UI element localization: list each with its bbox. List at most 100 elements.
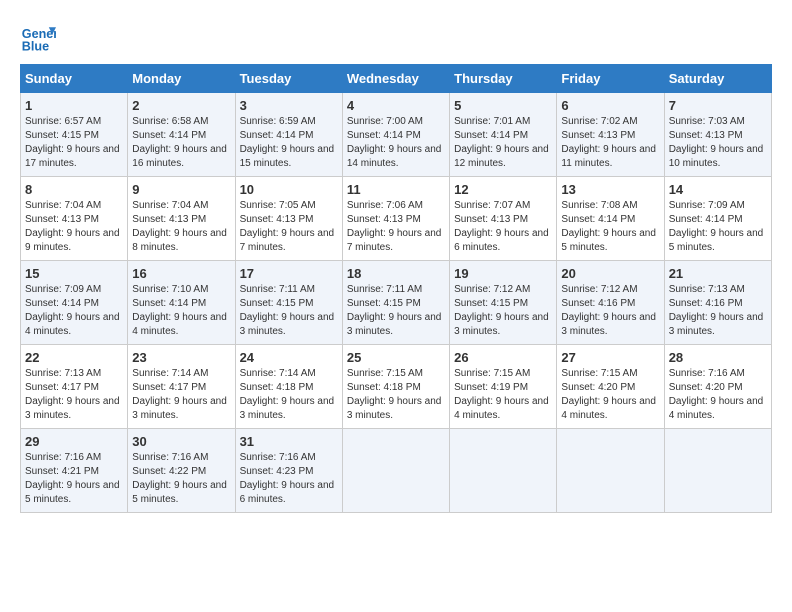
svg-text:Blue: Blue [22,40,49,54]
day-number: 22 [25,350,123,365]
day-number: 10 [240,182,338,197]
day-number: 26 [454,350,552,365]
day-number: 3 [240,98,338,113]
header-saturday: Saturday [664,65,771,93]
day-info: Sunrise: 7:10 AM Sunset: 4:14 PM Dayligh… [132,283,230,339]
day-info: Sunrise: 7:16 AM Sunset: 4:21 PM Dayligh… [25,451,123,507]
week-row-1: 1 Sunrise: 6:57 AM Sunset: 4:15 PM Dayli… [21,93,772,177]
day-info: Sunrise: 7:16 AM Sunset: 4:22 PM Dayligh… [132,451,230,507]
day-number: 13 [561,182,659,197]
calendar-cell: 26 Sunrise: 7:15 AM Sunset: 4:19 PM Dayl… [450,345,557,429]
day-number: 25 [347,350,445,365]
day-number: 14 [669,182,767,197]
calendar-cell: 25 Sunrise: 7:15 AM Sunset: 4:18 PM Dayl… [342,345,449,429]
calendar-cell [342,429,449,513]
day-info: Sunrise: 7:12 AM Sunset: 4:16 PM Dayligh… [561,283,659,339]
day-info: Sunrise: 7:16 AM Sunset: 4:23 PM Dayligh… [240,451,338,507]
header-thursday: Thursday [450,65,557,93]
day-info: Sunrise: 7:13 AM Sunset: 4:16 PM Dayligh… [669,283,767,339]
day-number: 19 [454,266,552,281]
calendar-cell: 9 Sunrise: 7:04 AM Sunset: 4:13 PM Dayli… [128,177,235,261]
day-number: 31 [240,434,338,449]
logo: General Blue [20,20,60,56]
day-info: Sunrise: 7:14 AM Sunset: 4:17 PM Dayligh… [132,367,230,423]
calendar-cell: 21 Sunrise: 7:13 AM Sunset: 4:16 PM Dayl… [664,261,771,345]
calendar-cell: 27 Sunrise: 7:15 AM Sunset: 4:20 PM Dayl… [557,345,664,429]
calendar-cell: 10 Sunrise: 7:05 AM Sunset: 4:13 PM Dayl… [235,177,342,261]
calendar-cell: 3 Sunrise: 6:59 AM Sunset: 4:14 PM Dayli… [235,93,342,177]
calendar-cell: 23 Sunrise: 7:14 AM Sunset: 4:17 PM Dayl… [128,345,235,429]
day-number: 24 [240,350,338,365]
header-monday: Monday [128,65,235,93]
day-info: Sunrise: 7:12 AM Sunset: 4:15 PM Dayligh… [454,283,552,339]
day-number: 8 [25,182,123,197]
calendar-cell: 2 Sunrise: 6:58 AM Sunset: 4:14 PM Dayli… [128,93,235,177]
day-info: Sunrise: 7:08 AM Sunset: 4:14 PM Dayligh… [561,199,659,255]
calendar-cell: 29 Sunrise: 7:16 AM Sunset: 4:21 PM Dayl… [21,429,128,513]
day-info: Sunrise: 7:11 AM Sunset: 4:15 PM Dayligh… [240,283,338,339]
day-number: 9 [132,182,230,197]
day-number: 30 [132,434,230,449]
header-row: SundayMondayTuesdayWednesdayThursdayFrid… [21,65,772,93]
header-friday: Friday [557,65,664,93]
day-number: 11 [347,182,445,197]
calendar-cell: 28 Sunrise: 7:16 AM Sunset: 4:20 PM Dayl… [664,345,771,429]
week-row-2: 8 Sunrise: 7:04 AM Sunset: 4:13 PM Dayli… [21,177,772,261]
day-number: 16 [132,266,230,281]
calendar-cell [557,429,664,513]
day-info: Sunrise: 7:14 AM Sunset: 4:18 PM Dayligh… [240,367,338,423]
calendar-cell: 14 Sunrise: 7:09 AM Sunset: 4:14 PM Dayl… [664,177,771,261]
day-number: 2 [132,98,230,113]
calendar-cell: 17 Sunrise: 7:11 AM Sunset: 4:15 PM Dayl… [235,261,342,345]
day-number: 29 [25,434,123,449]
day-number: 18 [347,266,445,281]
header: General Blue [20,20,772,56]
day-info: Sunrise: 7:09 AM Sunset: 4:14 PM Dayligh… [25,283,123,339]
day-info: Sunrise: 7:13 AM Sunset: 4:17 PM Dayligh… [25,367,123,423]
day-info: Sunrise: 6:59 AM Sunset: 4:14 PM Dayligh… [240,115,338,171]
day-info: Sunrise: 7:04 AM Sunset: 4:13 PM Dayligh… [132,199,230,255]
day-number: 15 [25,266,123,281]
day-info: Sunrise: 7:04 AM Sunset: 4:13 PM Dayligh… [25,199,123,255]
day-info: Sunrise: 6:58 AM Sunset: 4:14 PM Dayligh… [132,115,230,171]
week-row-3: 15 Sunrise: 7:09 AM Sunset: 4:14 PM Dayl… [21,261,772,345]
calendar-cell [450,429,557,513]
header-sunday: Sunday [21,65,128,93]
calendar-cell: 5 Sunrise: 7:01 AM Sunset: 4:14 PM Dayli… [450,93,557,177]
day-info: Sunrise: 7:15 AM Sunset: 4:20 PM Dayligh… [561,367,659,423]
day-info: Sunrise: 7:09 AM Sunset: 4:14 PM Dayligh… [669,199,767,255]
day-info: Sunrise: 6:57 AM Sunset: 4:15 PM Dayligh… [25,115,123,171]
day-info: Sunrise: 7:05 AM Sunset: 4:13 PM Dayligh… [240,199,338,255]
calendar-cell: 31 Sunrise: 7:16 AM Sunset: 4:23 PM Dayl… [235,429,342,513]
week-row-5: 29 Sunrise: 7:16 AM Sunset: 4:21 PM Dayl… [21,429,772,513]
day-number: 28 [669,350,767,365]
logo-icon: General Blue [20,20,56,56]
day-info: Sunrise: 7:02 AM Sunset: 4:13 PM Dayligh… [561,115,659,171]
calendar-header: SundayMondayTuesdayWednesdayThursdayFrid… [21,65,772,93]
calendar-cell: 4 Sunrise: 7:00 AM Sunset: 4:14 PM Dayli… [342,93,449,177]
calendar-cell: 8 Sunrise: 7:04 AM Sunset: 4:13 PM Dayli… [21,177,128,261]
calendar-body: 1 Sunrise: 6:57 AM Sunset: 4:15 PM Dayli… [21,93,772,513]
calendar-cell: 1 Sunrise: 6:57 AM Sunset: 4:15 PM Dayli… [21,93,128,177]
day-info: Sunrise: 7:15 AM Sunset: 4:19 PM Dayligh… [454,367,552,423]
day-info: Sunrise: 7:01 AM Sunset: 4:14 PM Dayligh… [454,115,552,171]
day-number: 5 [454,98,552,113]
calendar-cell: 19 Sunrise: 7:12 AM Sunset: 4:15 PM Dayl… [450,261,557,345]
day-info: Sunrise: 7:15 AM Sunset: 4:18 PM Dayligh… [347,367,445,423]
calendar-cell: 7 Sunrise: 7:03 AM Sunset: 4:13 PM Dayli… [664,93,771,177]
calendar-cell: 11 Sunrise: 7:06 AM Sunset: 4:13 PM Dayl… [342,177,449,261]
day-info: Sunrise: 7:11 AM Sunset: 4:15 PM Dayligh… [347,283,445,339]
calendar-cell: 18 Sunrise: 7:11 AM Sunset: 4:15 PM Dayl… [342,261,449,345]
day-info: Sunrise: 7:00 AM Sunset: 4:14 PM Dayligh… [347,115,445,171]
calendar-cell: 15 Sunrise: 7:09 AM Sunset: 4:14 PM Dayl… [21,261,128,345]
calendar-cell: 6 Sunrise: 7:02 AM Sunset: 4:13 PM Dayli… [557,93,664,177]
day-number: 7 [669,98,767,113]
day-number: 21 [669,266,767,281]
calendar-cell: 30 Sunrise: 7:16 AM Sunset: 4:22 PM Dayl… [128,429,235,513]
day-number: 12 [454,182,552,197]
day-info: Sunrise: 7:06 AM Sunset: 4:13 PM Dayligh… [347,199,445,255]
day-number: 23 [132,350,230,365]
calendar-cell: 13 Sunrise: 7:08 AM Sunset: 4:14 PM Dayl… [557,177,664,261]
calendar-table: SundayMondayTuesdayWednesdayThursdayFrid… [20,64,772,513]
calendar-cell: 22 Sunrise: 7:13 AM Sunset: 4:17 PM Dayl… [21,345,128,429]
